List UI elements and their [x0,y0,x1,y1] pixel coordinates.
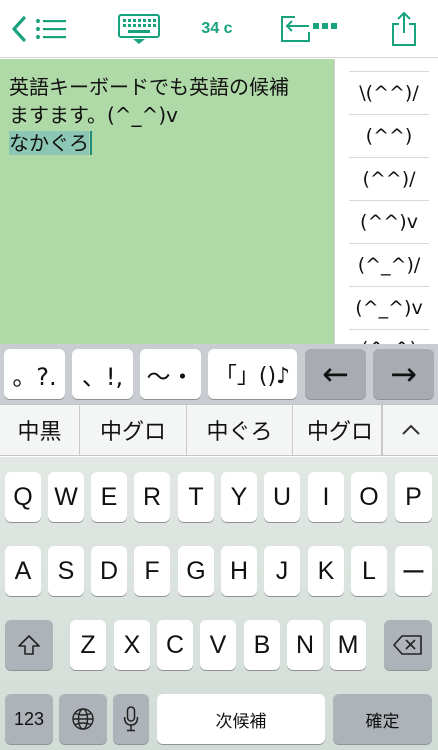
candidate-item[interactable]: (^^)/ [349,158,429,201]
conversion-candidate[interactable]: 中黒 [0,405,80,455]
candidate-item[interactable]: (^_^) [349,327,429,345]
expand-candidates-button[interactable] [382,405,438,455]
next-candidate-key[interactable]: 次候補 [157,694,325,744]
conversion-candidate[interactable]: 中グロ [80,405,187,455]
candidate-item[interactable]: \(^^)/ [349,72,429,115]
dictation-key[interactable] [113,694,149,744]
composing-text: なかぐろ [9,131,89,155]
candidate-item[interactable]: (^^)v [349,201,429,244]
emoticon-candidate-list[interactable]: \(^^)/ (^^) (^^)/ (^^)v (^_^)/ (^_^)v (^… [334,59,438,344]
globe-key[interactable] [59,694,107,744]
microphone-icon [123,706,139,732]
key-e[interactable]: E [91,472,127,522]
symbol-key-period[interactable]: 。?. [4,349,65,399]
chevron-up-icon [401,424,421,436]
key-l[interactable]: L [351,546,387,596]
toolbar: 34 c [0,0,438,58]
cursor-left-button[interactable]: ← [305,349,366,399]
text-caret [90,131,92,155]
key-long-vowel[interactable]: ー [395,546,432,596]
globe-icon [71,707,95,731]
conversion-candidate[interactable]: 中グロ [293,405,382,455]
character-count: 34 c [201,20,233,37]
editor-line: ますます。(^_^)v [9,103,178,127]
numbers-key[interactable]: 123 [5,694,53,744]
delete-icon [393,635,423,655]
shift-icon [17,634,41,656]
key-i[interactable]: I [308,472,344,522]
key-h[interactable]: H [221,546,257,596]
key-b[interactable]: B [244,620,280,670]
key-f[interactable]: F [134,546,170,596]
key-c[interactable]: C [157,620,193,670]
key-o[interactable]: O [351,472,387,522]
candidate-item[interactable]: (^^) [349,115,429,158]
candidate-item[interactable]: (^_^)v [349,287,429,330]
hide-keyboard-button[interactable] [112,0,166,58]
keyboard: Q W E R T Y U I O P A S D F G H J K L ー … [0,457,438,750]
symbol-key-tilde[interactable]: 〜・ [140,349,201,399]
key-w[interactable]: W [48,472,84,522]
key-z[interactable]: Z [70,620,106,670]
keyboard-hide-icon [117,13,161,45]
share-icon [391,11,417,47]
text-editor[interactable]: 英語キーボードでも英語の候補 ますます。(^_^)v なかぐろ [0,59,334,344]
editor-line: 英語キーボードでも英語の候補 [9,75,289,99]
conversion-candidate[interactable]: 中ぐろ [187,405,293,455]
cursor-right-button[interactable]: → [373,349,434,399]
key-n[interactable]: N [287,620,323,670]
key-a[interactable]: A [5,546,41,596]
key-r[interactable]: R [134,472,170,522]
key-d[interactable]: D [91,546,127,596]
key-s[interactable]: S [48,546,84,596]
candidate-item[interactable] [349,59,429,72]
key-p[interactable]: P [395,472,432,522]
key-t[interactable]: T [178,472,214,522]
confirm-key[interactable]: 確定 [333,694,432,744]
key-q[interactable]: Q [5,472,41,522]
key-g[interactable]: G [178,546,214,596]
share-button[interactable] [382,0,426,58]
conversion-candidate-bar: 中黒 中グロ 中ぐろ 中グロ [0,404,438,456]
editor-line-composing: なかぐろ [9,129,330,157]
key-u[interactable]: U [264,472,300,522]
list-icon [35,18,67,40]
delete-key[interactable] [384,620,432,670]
key-k[interactable]: K [308,546,344,596]
move-cursor-icon [279,14,339,44]
back-to-list-button[interactable] [4,0,74,58]
candidate-item[interactable]: (^_^)/ [349,244,429,287]
move-cursor-button[interactable] [276,0,342,58]
key-j[interactable]: J [264,546,300,596]
key-m[interactable]: M [330,620,366,670]
symbol-key-brackets[interactable]: 「」()♪ [208,349,297,399]
shift-key[interactable] [5,620,53,670]
key-x[interactable]: X [114,620,150,670]
key-v[interactable]: V [200,620,236,670]
chevron-left-icon [11,16,27,42]
symbol-row: 。?. 、!, 〜・ 「」()♪ ← → [0,344,438,404]
key-y[interactable]: Y [221,472,257,522]
symbol-key-comma[interactable]: 、!, [72,349,133,399]
